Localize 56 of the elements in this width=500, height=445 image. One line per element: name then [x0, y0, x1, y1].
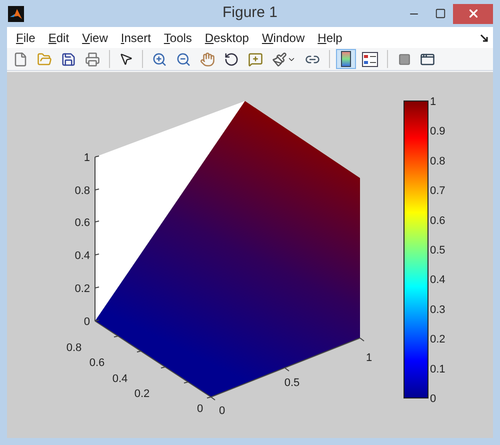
tick-label: 0.9: [430, 126, 446, 138]
zoom-in-icon: [152, 52, 167, 66]
menu-item[interactable]: Help: [314, 28, 346, 46]
data-cursor-icon: [248, 52, 263, 66]
tick-label: 0.4: [74, 250, 90, 262]
pointer-icon: [119, 52, 133, 66]
app-logo-icon: [8, 6, 24, 22]
tick-label: 0.4: [112, 373, 128, 385]
menu-item[interactable]: Tools: [160, 28, 196, 46]
tick-label: 1: [366, 352, 372, 364]
tick-label: 0.6: [74, 217, 90, 229]
rotate-icon: [224, 52, 239, 66]
tick-label: 0: [218, 405, 226, 417]
tick-label: 0.8: [74, 185, 90, 197]
menu-item[interactable]: Window: [258, 28, 309, 46]
legend-icon: [362, 52, 378, 66]
hand-icon: [200, 52, 215, 66]
menu-item[interactable]: View: [78, 28, 112, 46]
new-file-icon: [13, 52, 28, 66]
tick-label: 1: [84, 152, 90, 164]
save-icon: [61, 52, 76, 66]
zoom-out-icon: [176, 52, 191, 66]
tick-label: 0.6: [430, 214, 446, 227]
maximize-icon: [434, 8, 446, 19]
tick-label: 0.3: [430, 304, 446, 316]
tick-label: 0.6: [89, 357, 105, 369]
tick-label: 0.8: [66, 342, 82, 354]
close-button[interactable]: [453, 4, 493, 24]
menu-item[interactable]: File: [12, 28, 40, 46]
dock-arrow-icon: [480, 34, 488, 42]
tick-label: 0.2: [74, 283, 90, 295]
tick-label: 0.4: [430, 274, 446, 286]
tick-label: 0.2: [430, 334, 446, 346]
window-title: Figure 1: [222, 3, 278, 24]
tick-label: 0.1: [430, 363, 446, 376]
tick-label: 0: [430, 393, 436, 405]
tick-label: 0.5: [430, 244, 446, 256]
square-icon: [398, 52, 410, 66]
tick-label: 0.7: [430, 185, 446, 198]
tick-label: 0.8: [430, 155, 446, 168]
printer-icon: [85, 52, 100, 66]
tick-label: 0.2: [134, 388, 150, 400]
menu-item[interactable]: Insert: [116, 28, 155, 46]
menu-item[interactable]: Edit: [44, 28, 74, 46]
colorbar-icon: [341, 51, 351, 67]
panel-icon: [420, 52, 435, 66]
close-icon: [466, 7, 480, 20]
folder-icon: [37, 52, 52, 66]
tick-label: 0: [84, 316, 90, 328]
tick-label: 0.5: [284, 377, 300, 389]
tick-label: 0: [196, 403, 204, 415]
toolbar-button[interactable]: [359, 49, 381, 69]
menu-item[interactable]: Desktop: [200, 28, 253, 46]
toolbar-button[interactable]: [336, 49, 356, 69]
brush-icon: [272, 52, 296, 66]
tick-label: 1: [430, 96, 436, 108]
